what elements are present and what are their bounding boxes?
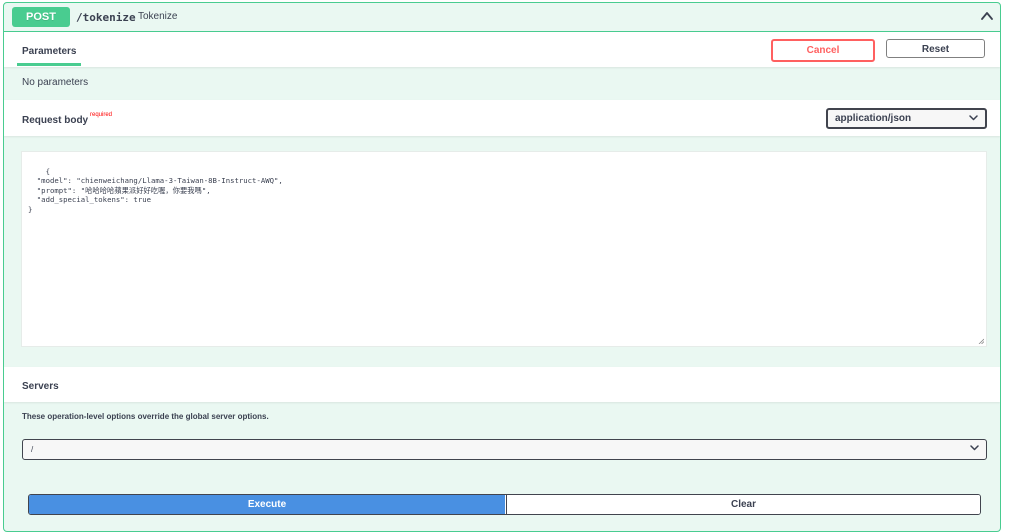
request-body-editor[interactable]: { "model": "chienweichang/Llama-3-Taiwan… — [21, 151, 987, 347]
execute-wrapper: Execute Clear — [28, 494, 981, 515]
chevron-down-icon — [969, 115, 978, 121]
resize-grip-icon[interactable] — [978, 338, 984, 344]
servers-title: Servers — [22, 381, 59, 392]
chevron-down-icon — [970, 445, 979, 451]
tab-parameters[interactable]: Parameters — [22, 46, 76, 57]
cancel-button[interactable]: Cancel — [771, 39, 875, 62]
chevron-up-icon[interactable] — [980, 9, 994, 23]
reset-button[interactable]: Reset — [886, 39, 985, 58]
servers-note: These operation-level options override t… — [22, 412, 269, 421]
operation-summary[interactable]: POST /tokenize Tokenize — [4, 3, 1000, 32]
operation-block-post-tokenize: POST /tokenize Tokenize Parameters Cance… — [3, 2, 1001, 532]
request-body-header: Request body required application/json — [4, 100, 1000, 136]
operation-description: Tokenize — [138, 11, 178, 22]
operation-path: /tokenize — [76, 11, 136, 24]
request-body-title: Request body — [22, 115, 89, 126]
clear-button[interactable]: Clear — [506, 495, 980, 514]
required-marker: required — [90, 112, 113, 118]
parameters-header: Parameters Cancel Reset — [4, 32, 1000, 67]
no-parameters-text: No parameters — [22, 77, 89, 88]
content-type-select[interactable]: application/json — [826, 108, 987, 129]
execute-button[interactable]: Execute — [29, 495, 505, 514]
content-type-value: application/json — [835, 113, 912, 124]
servers-header: Servers — [4, 367, 1000, 402]
tab-active-underline — [17, 63, 81, 66]
server-select-value: / — [31, 445, 34, 454]
request-body-code: { "model": "chienweichang/Llama-3-Taiwan… — [28, 166, 283, 214]
server-select[interactable]: / — [22, 439, 987, 460]
method-badge: POST — [12, 7, 70, 27]
